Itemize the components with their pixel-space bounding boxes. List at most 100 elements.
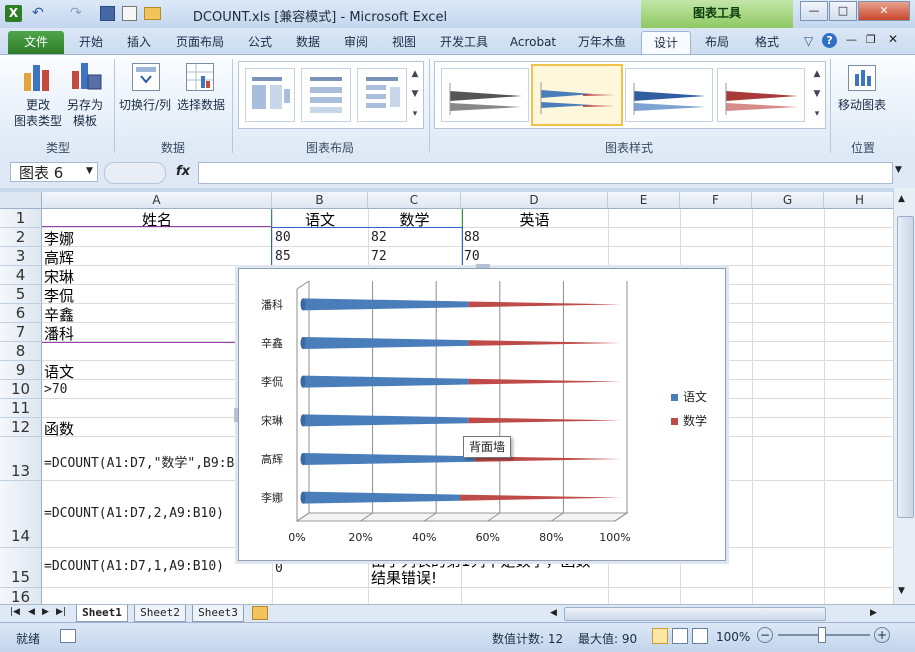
column-header-f[interactable]: F (680, 192, 752, 209)
tab-view[interactable]: 视图 (384, 31, 424, 54)
zoom-out-icon[interactable]: − (757, 627, 773, 643)
scroll-up-icon[interactable]: ▲ (898, 194, 905, 204)
cell-a1[interactable]: 姓名 (42, 209, 272, 230)
select-all-corner[interactable] (0, 192, 42, 209)
cell-c3[interactable]: 72 (371, 249, 387, 264)
cell-a6[interactable]: 辛鑫 (44, 304, 74, 325)
sheet-tab-sheet3[interactable]: Sheet3 (192, 605, 244, 622)
move-chart-button[interactable]: 移动图表 (834, 97, 890, 113)
tab-review[interactable]: 审阅 (336, 31, 376, 54)
zoom-in-icon[interactable]: + (874, 627, 890, 643)
chart-resize-handle-left[interactable] (234, 408, 238, 422)
column-header-h[interactable]: H (824, 192, 893, 209)
chart-layout-option-1[interactable] (245, 68, 295, 122)
cell-a15[interactable]: =DCOUNT(A1:D7,1,A9:B10) (44, 559, 224, 574)
horizontal-scroll-left-icon[interactable]: ◀ (550, 608, 557, 618)
chart-style-option-2[interactable] (531, 64, 623, 126)
row-header-4[interactable]: 4 (0, 266, 42, 285)
sheet-nav-prev-icon[interactable]: ◀ (28, 607, 35, 617)
help-icon[interactable]: ? (822, 33, 837, 48)
horizontal-scroll-right-icon[interactable]: ▶ (870, 608, 877, 618)
cell-b2[interactable]: 80 (275, 230, 291, 245)
cell-b3[interactable]: 85 (275, 249, 291, 264)
sheet-tab-sheet1[interactable]: Sheet1 (76, 605, 128, 622)
close-button[interactable]: ✕ (858, 1, 910, 21)
cell-a3[interactable]: 高辉 (44, 247, 74, 268)
tab-wannianmuyu[interactable]: 万年木鱼 (570, 31, 634, 54)
embedded-chart[interactable]: 0% 20% 40% 60% 80% 100% 李娜 高辉 宋琳 李侃 辛鑫 潘科 语文 数学 (238, 268, 726, 561)
name-box[interactable]: 图表 6 (10, 162, 98, 182)
name-box-dropdown-icon[interactable]: ▼ (86, 166, 93, 176)
sheet-nav-first-icon[interactable]: |◀ (10, 607, 20, 617)
doc-restore-icon[interactable]: ❐ (866, 33, 876, 46)
sheet-tab-sheet2[interactable]: Sheet2 (134, 605, 186, 622)
cell-d1[interactable]: 英语 (461, 209, 608, 230)
cell-c15-line2[interactable]: 结果错误! (371, 567, 437, 588)
tab-data[interactable]: 数据 (288, 31, 328, 54)
tab-page-layout[interactable]: 页面布局 (167, 31, 233, 54)
cell-a14[interactable]: =DCOUNT(A1:D7,2,A9:B10) (44, 506, 224, 521)
horizontal-scroll-thumb[interactable] (564, 607, 826, 621)
row-header-7[interactable]: 7 (0, 323, 42, 342)
doc-minimize-icon[interactable]: — (846, 33, 857, 46)
column-header-a[interactable]: A (42, 192, 272, 209)
cell-c1[interactable]: 数学 (368, 209, 461, 230)
row-header-3[interactable]: 3 (0, 247, 42, 266)
tab-layout[interactable]: 布局 (697, 31, 737, 54)
tab-insert[interactable]: 插入 (118, 31, 160, 54)
cell-a10[interactable]: >70 (44, 382, 67, 397)
sheet-nav-next-icon[interactable]: ▶ (42, 607, 49, 617)
cell-d3[interactable]: 70 (464, 249, 480, 264)
row-header-16[interactable]: 16 (0, 588, 42, 604)
row-header-6[interactable]: 6 (0, 304, 42, 323)
row-header-8[interactable]: 8 (0, 342, 42, 361)
save-as-template-button[interactable]: 另存为 模板 (58, 97, 112, 129)
cell-a7[interactable]: 潘科 (44, 323, 74, 344)
row-header-11[interactable]: 11 (0, 399, 42, 418)
switch-row-column-button[interactable]: 切换行/列 (116, 97, 174, 113)
macro-record-icon[interactable] (60, 629, 76, 643)
cell-a9[interactable]: 语文 (44, 361, 74, 382)
normal-view-icon[interactable] (652, 628, 668, 644)
minimize-button[interactable]: — (800, 1, 828, 21)
tab-acrobat[interactable]: Acrobat (504, 31, 562, 54)
maximize-button[interactable]: □ (829, 1, 857, 21)
tab-design[interactable]: 设计 (641, 31, 691, 55)
chart-style-option-3[interactable] (625, 68, 713, 122)
zoom-level[interactable]: 100% (716, 630, 750, 644)
column-header-c[interactable]: C (368, 192, 461, 209)
tab-home[interactable]: 开始 (70, 31, 112, 54)
zoom-slider-thumb[interactable] (818, 627, 826, 643)
cell-a5[interactable]: 李侃 (44, 285, 74, 306)
cell-a12[interactable]: 函数 (44, 418, 74, 439)
chart-style-option-1[interactable] (441, 68, 529, 122)
row-header-15[interactable]: 15 (0, 548, 42, 588)
column-header-e[interactable]: E (608, 192, 680, 209)
chart-resize-handle-top[interactable] (476, 264, 490, 268)
row-header-14[interactable]: 14 (0, 481, 42, 548)
column-header-d[interactable]: D (461, 192, 608, 209)
row-header-12[interactable]: 12 (0, 418, 42, 437)
row-header-13[interactable]: 13 (0, 437, 42, 481)
scroll-thumb[interactable] (897, 216, 914, 518)
minimize-ribbon-icon[interactable]: ▽ (804, 34, 813, 48)
cell-b15[interactable]: 0 (275, 561, 283, 576)
cell-a2[interactable]: 李娜 (44, 228, 74, 249)
row-header-5[interactable]: 5 (0, 285, 42, 304)
row-header-2[interactable]: 2 (0, 228, 42, 247)
insert-function-button[interactable]: fx (170, 162, 196, 182)
gallery-scroll-icon[interactable]: ▲ ▼ ▾ (409, 64, 421, 124)
cell-b1[interactable]: 语文 (272, 209, 368, 230)
sheet-nav-last-icon[interactable]: ▶| (56, 607, 66, 617)
vertical-scrollbar[interactable]: ▲ ▼ (893, 188, 915, 604)
column-header-g[interactable]: G (752, 192, 824, 209)
scroll-down-icon[interactable]: ▼ (898, 586, 905, 596)
cell-a4[interactable]: 宋琳 (44, 266, 74, 287)
column-header-b[interactable]: B (272, 192, 368, 209)
row-header-1[interactable]: 1 (0, 209, 42, 228)
doc-close-icon[interactable]: ✕ (888, 32, 898, 46)
tab-format[interactable]: 格式 (747, 31, 787, 54)
cone-bar-chart[interactable]: 0% 20% 40% 60% 80% 100% 李娜 高辉 宋琳 李侃 辛鑫 潘科语文数学 (239, 269, 725, 560)
row-header-9[interactable]: 9 (0, 361, 42, 380)
cell-d2[interactable]: 88 (464, 230, 480, 245)
